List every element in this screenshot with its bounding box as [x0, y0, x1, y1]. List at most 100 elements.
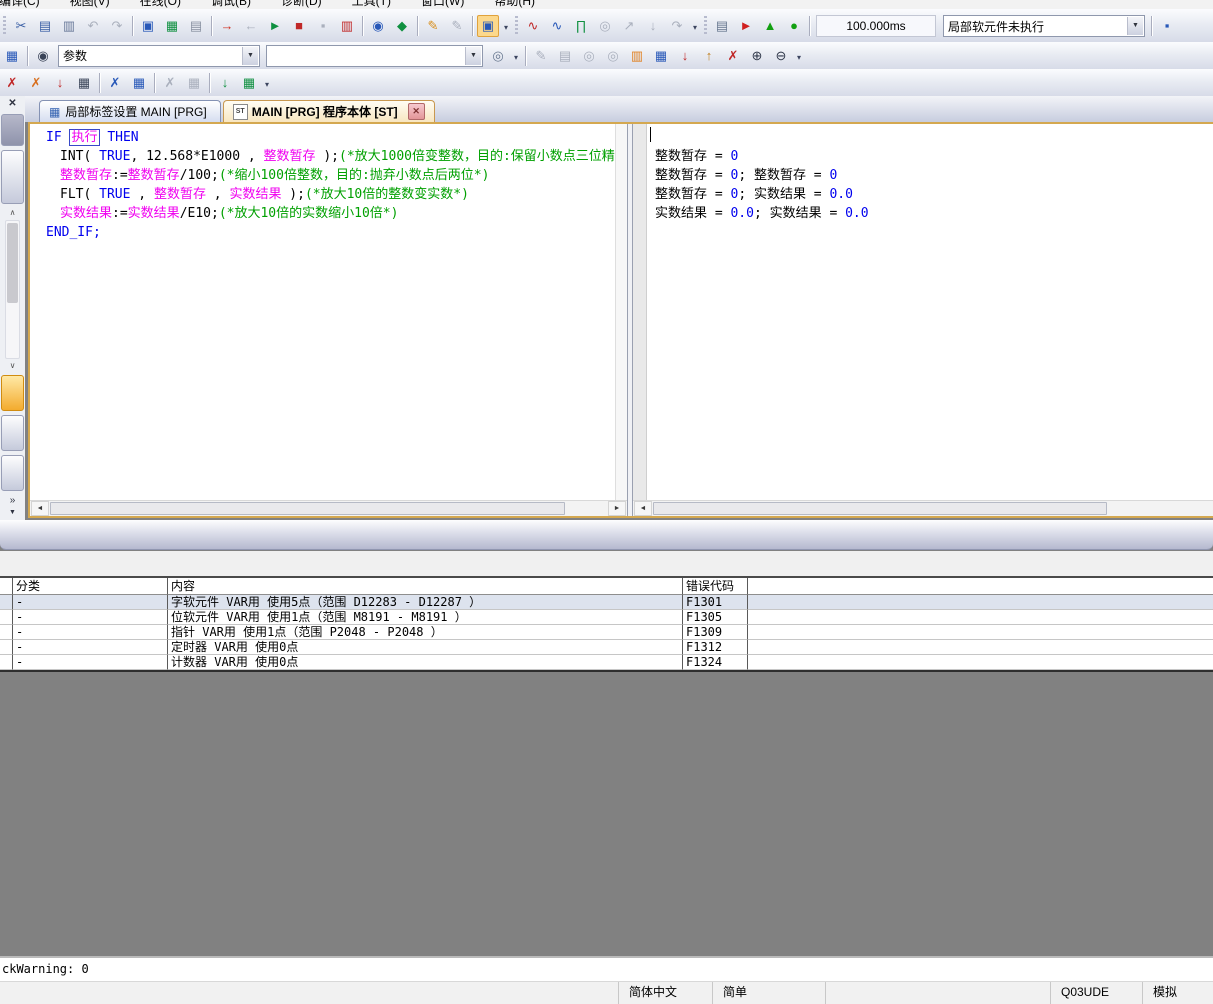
trace-register-icon[interactable]: ∿	[546, 15, 568, 37]
table-row-errorcode[interactable]: F1309	[683, 625, 748, 640]
close-icon[interactable]: ✕	[5, 96, 21, 112]
table-row-content[interactable]: 定时器 VAR用 使用0点	[168, 640, 683, 655]
code-line-6[interactable]: END_IF;	[46, 223, 616, 242]
dock-expand-button[interactable]: » ▼	[2, 493, 23, 520]
paste-icon[interactable]: ▥	[58, 15, 80, 37]
monitor-panel[interactable]: 整数暂存 = 0整数暂存 = 0; 整数暂存 = 0整数暂存 = 0; 实数结果…	[632, 124, 1213, 516]
code-line-1[interactable]: IF 执行 THEN	[46, 128, 616, 147]
menu-diagnostics[interactable]: 诊断(D)	[266, 0, 337, 9]
table-row-category[interactable]: -	[13, 610, 168, 625]
flow-grid-icon[interactable]: ▦	[238, 72, 260, 94]
trace-wave-icon[interactable]: ∿	[522, 15, 544, 37]
label-delete-icon[interactable]: ✗	[722, 45, 744, 67]
monitor-horizontal-scrollbar[interactable]: ◄	[633, 500, 1213, 516]
dock-scrollbar[interactable]	[5, 220, 20, 359]
st-code[interactable]: IF 执行 THENINT( TRUE, 12.568*E1000 , 整数暂存…	[30, 124, 616, 501]
scroll-down-icon[interactable]: ∨	[4, 359, 21, 373]
code-line-2[interactable]: INT( TRUE, 12.568*E1000 , 整数暂存 );(*放大100…	[46, 147, 616, 166]
table-row-errorcode[interactable]: F1324	[683, 655, 748, 670]
monitor-write-icon[interactable]: ▥	[336, 15, 358, 37]
find-icon[interactable]: ◉	[32, 45, 54, 67]
toolbar-overflow-button[interactable]: ▾	[793, 45, 805, 67]
scrollbar-thumb[interactable]	[653, 502, 1107, 515]
scroll-left-icon[interactable]: ◄	[634, 501, 652, 516]
statement-edit-icon[interactable]: ✎	[422, 15, 444, 37]
device-watch-icon[interactable]: ◉	[367, 15, 389, 37]
toolbar-overflow-button[interactable]: ▾	[500, 15, 512, 37]
zoom-out-icon[interactable]: ⊖	[770, 45, 792, 67]
menu-compile[interactable]: 编译(C)	[0, 0, 55, 9]
flow-check-icon[interactable]: ↓	[214, 72, 236, 94]
table-row-content[interactable]: 位软元件 VAR用 使用1点（范围 M8191 - M8191 ）	[168, 610, 683, 625]
tab-program-body[interactable]: STMAIN [PRG] 程序本体 [ST]✕	[223, 100, 435, 122]
st-code-panel[interactable]: IF 执行 THENINT( TRUE, 12.568*E1000 , 整数暂存…	[30, 124, 628, 516]
label-clipboard-icon[interactable]: ▥	[626, 45, 648, 67]
menu-tools[interactable]: 工具(T)	[337, 0, 406, 9]
dock-scrollbar-thumb[interactable]	[7, 223, 18, 303]
monitor-line-4[interactable]: 实数结果 = 0.0; 实数结果 = 0.0	[655, 204, 1213, 223]
doc-find-icon[interactable]: ◎	[487, 45, 509, 67]
comment-find-icon[interactable]: ▤	[185, 15, 207, 37]
zoom-in-icon[interactable]: ⊕	[746, 45, 768, 67]
warning-marker-icon[interactable]: ▲	[759, 15, 781, 37]
find-target-combo[interactable]: 参数▼	[58, 45, 260, 67]
import-label-icon[interactable]: ↓	[674, 45, 696, 67]
monitor-line-1[interactable]: 整数暂存 = 0	[655, 147, 1213, 166]
device-find-icon[interactable]: ▣	[137, 15, 159, 37]
monitor-mode-icon[interactable]: ▣	[477, 15, 499, 37]
watch-window-icon[interactable]: ▤	[711, 15, 733, 37]
convert-grid-icon[interactable]: ▦	[73, 72, 95, 94]
scroll-right-icon[interactable]: ►	[608, 501, 626, 516]
menu-online[interactable]: 在线(O)	[125, 0, 196, 9]
device-memory-icon[interactable]: ▪	[1156, 15, 1178, 37]
cut-icon[interactable]: ✂	[10, 15, 32, 37]
table-row-category[interactable]: -	[13, 655, 168, 670]
convert-check-icon[interactable]: ↓	[49, 72, 71, 94]
scroll-left-icon[interactable]: ◄	[31, 501, 49, 516]
dock-button-1[interactable]	[1, 114, 24, 146]
table-row-category[interactable]: -	[13, 595, 168, 610]
code-line-4[interactable]: FLT( TRUE , 整数暂存 , 实数结果 );(*放大10倍的整数变实数*…	[46, 185, 616, 204]
table-row-content[interactable]: 计数器 VAR用 使用0点	[168, 655, 683, 670]
chevron-down-icon[interactable]: ▼	[1127, 17, 1143, 35]
find-string-combo[interactable]: ▼	[266, 45, 483, 67]
monitor-stop-icon[interactable]: ■	[288, 15, 310, 37]
table-row-content[interactable]: 指针 VAR用 使用1点（范围 P2048 - P2048 ）	[168, 625, 683, 640]
table-row-category[interactable]: -	[13, 625, 168, 640]
chevron-down-icon[interactable]: ▼	[465, 47, 481, 65]
tab-close-button[interactable]: ✕	[408, 103, 425, 120]
label-il-view-icon[interactable]: ▦	[650, 45, 672, 67]
program-check-2-icon[interactable]: ✗	[25, 72, 47, 94]
code-line-5[interactable]: 实数结果:=实数结果/E10;(*放大10倍的实数缩小10倍*)	[46, 204, 616, 223]
scroll-up-icon[interactable]: ∧	[4, 206, 21, 220]
code-line-3[interactable]: 整数暂存:=整数暂存/100;(*缩小100倍整数，目的:抛弃小数点后两位*)	[46, 166, 616, 185]
menu-debug[interactable]: 调试(B)	[196, 0, 266, 9]
menu-window[interactable]: 窗口(W)	[406, 0, 479, 9]
dock-button-2[interactable]	[1, 150, 24, 204]
scrollbar-thumb[interactable]	[50, 502, 565, 515]
code-horizontal-scrollbar[interactable]: ◄ ►	[30, 500, 627, 516]
program-check-1-icon[interactable]: ✗	[1, 72, 23, 94]
device-check-icon[interactable]: ✗	[104, 72, 126, 94]
code-vertical-scrollbar[interactable]	[615, 124, 627, 501]
monitor-line-3[interactable]: 整数暂存 = 0; 实数结果 = 0.0	[655, 185, 1213, 204]
table-row-errorcode[interactable]: F1301	[683, 595, 748, 610]
menu-view[interactable]: 视图(V)	[55, 0, 125, 9]
info-marker-icon[interactable]: ●	[783, 15, 805, 37]
screen-find-icon[interactable]: ▦	[161, 15, 183, 37]
toolbar-overflow-button[interactable]: ▾	[510, 45, 522, 67]
table-row-content[interactable]: 字软元件 VAR用 使用5点（范围 D12283 - D12287 ）	[168, 595, 683, 610]
dock-button-4[interactable]	[1, 455, 24, 491]
table-row-category[interactable]: -	[13, 640, 168, 655]
table-row-errorcode[interactable]: F1305	[683, 610, 748, 625]
dock-button-active[interactable]	[1, 375, 24, 411]
run-marker-icon[interactable]: ►	[735, 15, 757, 37]
device-test-icon[interactable]: ◆	[391, 15, 413, 37]
export-label-icon[interactable]: ↑	[698, 45, 720, 67]
monitor-start-icon[interactable]: ►	[264, 15, 286, 37]
display-window-icon[interactable]: ▦	[1, 45, 23, 67]
device-grid-icon[interactable]: ▦	[128, 72, 150, 94]
tab-local-label[interactable]: ▦局部标签设置 MAIN [PRG]	[39, 100, 221, 122]
trace-pulse-icon[interactable]: ∏	[570, 15, 592, 37]
menu-help[interactable]: 帮助(H)	[479, 0, 550, 9]
